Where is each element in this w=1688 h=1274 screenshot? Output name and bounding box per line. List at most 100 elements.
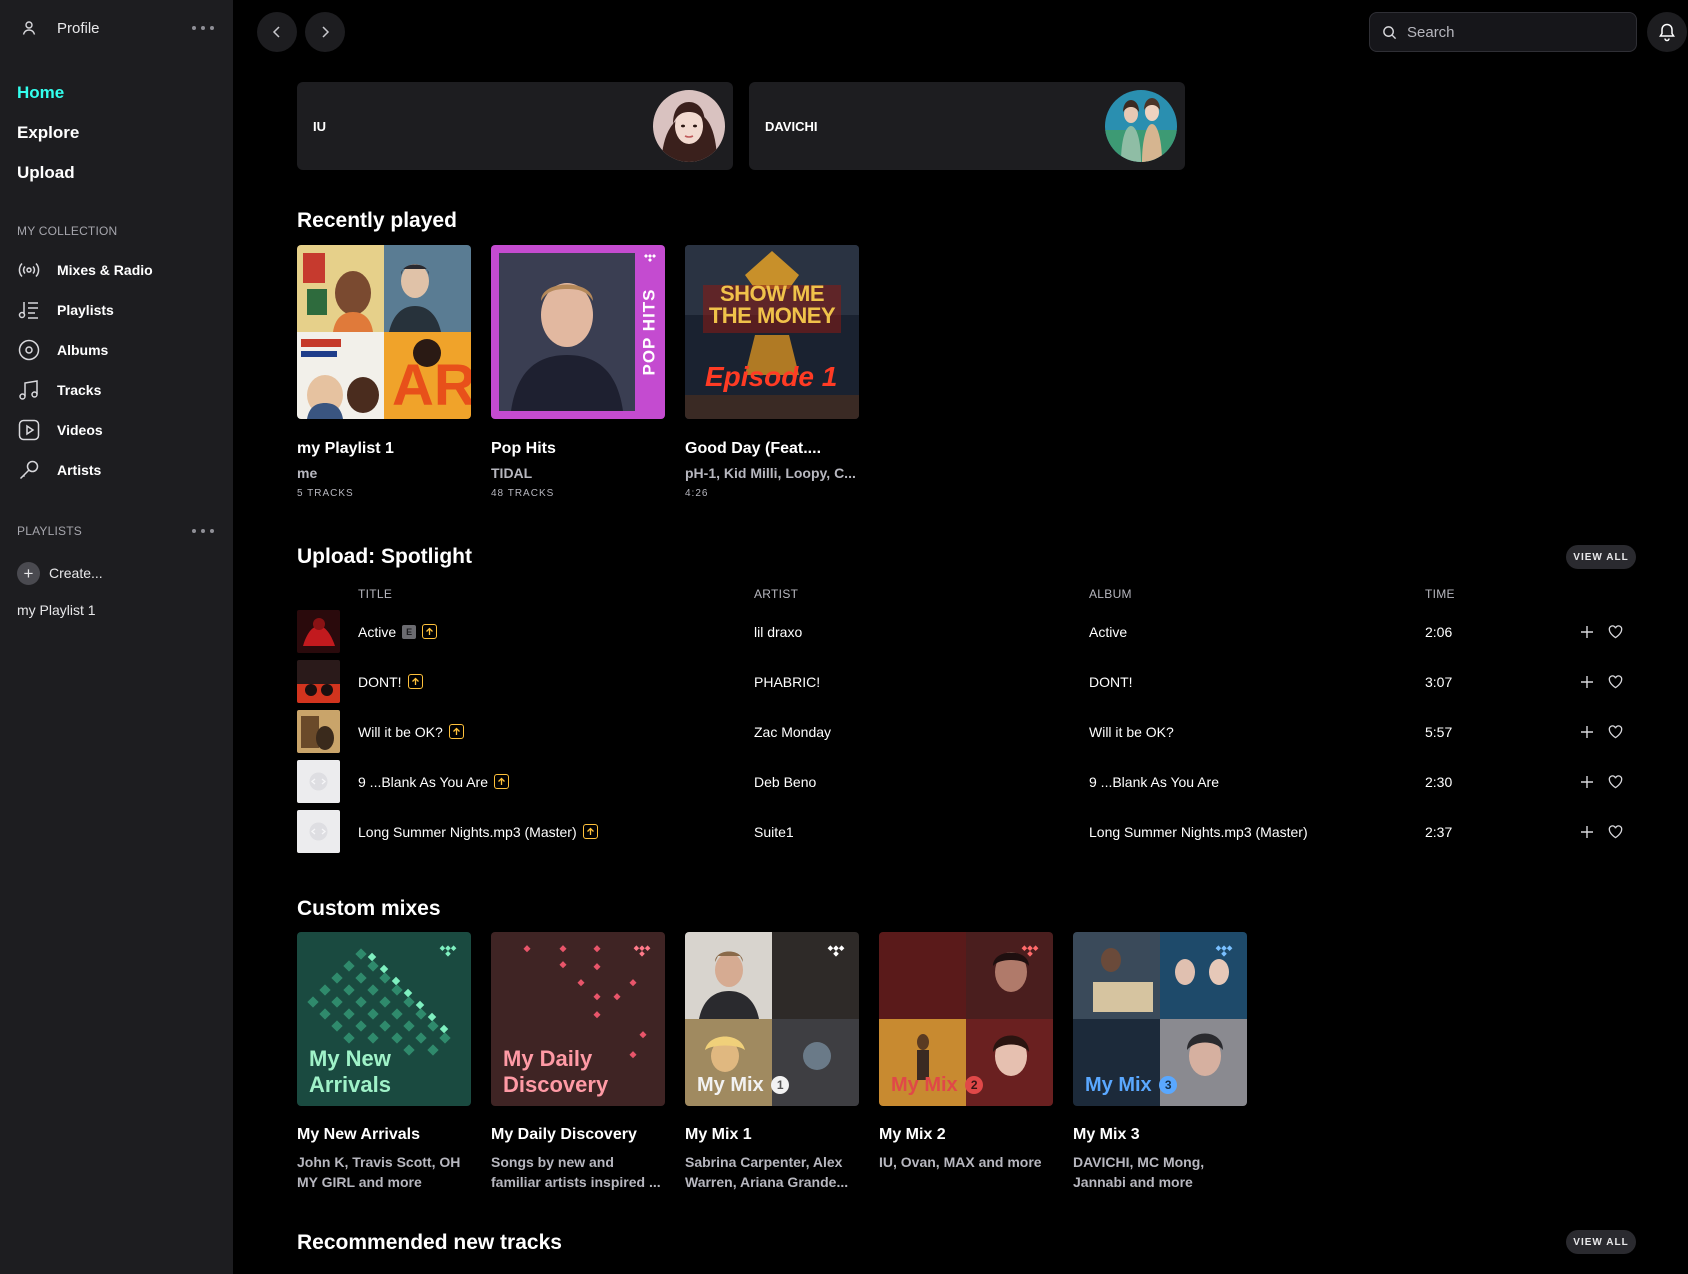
table-row[interactable]: Will it be OK? Zac Monday Will it be OK?… — [297, 710, 1637, 754]
recent-card-pop-hits[interactable]: POP HITS Pop Hits TIDAL 48 TRACKS — [491, 245, 665, 499]
pop-hits-cover: POP HITS — [491, 245, 665, 419]
sidebar-item-mixes-radio[interactable]: Mixes & Radio — [17, 257, 153, 283]
artist-card-iu[interactable]: IU — [297, 82, 733, 170]
profile-button[interactable]: Profile — [17, 14, 217, 42]
mix-card-my-mix-3[interactable]: My Mix 3 My Mix 3 DAVICHI, MC Mong, Jann… — [1073, 932, 1247, 1192]
search-box[interactable] — [1369, 12, 1637, 52]
my-mix-3-cover: My Mix 3 — [1073, 932, 1247, 1106]
spotlight-view-all-button[interactable]: VIEW ALL — [1566, 545, 1636, 569]
col-title[interactable]: TITLE — [358, 587, 392, 601]
track-time: 2:37 — [1425, 823, 1453, 840]
track-artist[interactable]: Zac Monday — [754, 710, 831, 753]
recent-card-good-day[interactable]: SHOW ME THE MONEY Episode 1 Good Day (Fe… — [685, 245, 859, 499]
track-album[interactable]: 9 ...Blank As You Are — [1089, 760, 1219, 803]
notifications-button[interactable] — [1647, 12, 1687, 52]
tidal-logo-icon — [439, 945, 457, 957]
recent-card-my-playlist-1[interactable]: ART my Playlist 1 me 5 TRACKS — [297, 245, 471, 499]
card-subtitle: Sabrina Carpenter, Alex Warren, Ariana G… — [685, 1154, 849, 1190]
search-input[interactable] — [1407, 23, 1627, 41]
track-artwork — [297, 710, 340, 753]
upload-badge-icon — [422, 624, 438, 639]
track-artist[interactable]: lil draxo — [754, 610, 802, 653]
nav-home[interactable]: Home — [17, 83, 64, 103]
table-row[interactable]: Active E lil draxo Active 2:06 — [297, 610, 1637, 654]
heart-icon[interactable] — [1604, 821, 1626, 843]
sidebar-item-tracks[interactable]: Tracks — [17, 377, 101, 403]
track-artwork-placeholder — [297, 760, 340, 803]
forward-button[interactable] — [305, 12, 345, 52]
track-title[interactable]: Long Summer Nights.mp3 (Master) — [358, 824, 577, 840]
track-album[interactable]: Long Summer Nights.mp3 (Master) — [1089, 810, 1308, 853]
nav-upload[interactable]: Upload — [17, 163, 75, 183]
upload-badge-icon — [407, 674, 423, 689]
upload-badge-icon — [582, 824, 598, 839]
heart-icon[interactable] — [1604, 671, 1626, 693]
track-title[interactable]: 9 ...Blank As You Are — [358, 774, 488, 790]
mix-card-my-mix-2[interactable]: My Mix 2 My Mix 2 IU, Ovan, MAX and more — [879, 932, 1053, 1192]
sidebar-item-artists[interactable]: Artists — [17, 457, 101, 483]
track-time: 3:07 — [1425, 673, 1453, 690]
create-playlist-button[interactable]: + Create... — [17, 561, 103, 585]
sidebar-item-videos[interactable]: Videos — [17, 417, 103, 443]
track-album[interactable]: DONT! — [1089, 660, 1133, 703]
col-time[interactable]: TIME — [1425, 587, 1455, 601]
card-title: Good Day (Feat.... — [685, 440, 822, 457]
heart-icon[interactable] — [1604, 621, 1626, 643]
col-artist[interactable]: ARTIST — [754, 587, 798, 601]
artist-name: IU — [313, 118, 326, 134]
mix-cover-label: My Mix — [697, 1074, 764, 1096]
table-row[interactable]: Long Summer Nights.mp3 (Master) Suite1 L… — [297, 810, 1637, 854]
card-meta: 48 TRACKS — [491, 488, 555, 499]
track-artist[interactable]: Suite1 — [754, 810, 794, 853]
add-to-playlist-icon[interactable] — [1576, 721, 1598, 743]
playlists-more-icon[interactable] — [192, 526, 214, 536]
back-button[interactable] — [257, 12, 297, 52]
create-label: Create... — [49, 565, 103, 581]
mix-card-daily-discovery[interactable]: My Daily Discovery My Daily Discovery So… — [491, 932, 665, 1192]
table-row[interactable]: DONT! PHABRIC! DONT! 3:07 — [297, 660, 1637, 704]
tidal-logo-icon — [827, 945, 845, 957]
track-artist[interactable]: Deb Beno — [754, 760, 816, 803]
new-arrivals-cover: My New Arrivals — [297, 932, 471, 1106]
sidebar-item-label: Albums — [57, 342, 109, 358]
table-row[interactable]: 9 ...Blank As You Are Deb Beno 9 ...Blan… — [297, 760, 1637, 804]
show-me-the-money-cover: SHOW ME THE MONEY Episode 1 — [685, 245, 859, 419]
card-subtitle: Songs by new and familiar artists inspir… — [491, 1154, 661, 1190]
nav-explore[interactable]: Explore — [17, 123, 79, 143]
upload-spotlight-heading: Upload: Spotlight — [297, 545, 472, 568]
card-title: My Mix 1 — [685, 1126, 752, 1143]
recently-played-heading: Recently played — [297, 209, 457, 232]
add-to-playlist-icon[interactable] — [1576, 621, 1598, 643]
app-window: Profile Home Explore Upload MY COLLECTIO… — [0, 0, 1688, 1274]
microphone-icon — [17, 458, 41, 482]
heart-icon[interactable] — [1604, 771, 1626, 793]
my-collection-heading: MY COLLECTION — [17, 224, 118, 238]
search-icon — [1383, 25, 1397, 39]
tidal-logo-icon — [633, 945, 651, 957]
track-title[interactable]: DONT! — [358, 674, 402, 690]
profile-more-icon[interactable] — [192, 23, 214, 33]
recommended-view-all-button[interactable]: VIEW ALL — [1566, 1230, 1636, 1254]
heart-icon[interactable] — [1604, 721, 1626, 743]
track-album[interactable]: Will it be OK? — [1089, 710, 1174, 753]
track-artwork — [297, 610, 340, 653]
col-album[interactable]: ALBUM — [1089, 587, 1132, 601]
artist-avatar — [653, 90, 725, 162]
artist-card-davichi[interactable]: DAVICHI — [749, 82, 1185, 170]
add-to-playlist-icon[interactable] — [1576, 671, 1598, 693]
mix-card-new-arrivals[interactable]: My New Arrivals My New Arrivals John K, … — [297, 932, 471, 1192]
plus-icon: + — [17, 561, 40, 585]
add-to-playlist-icon[interactable] — [1576, 771, 1598, 793]
track-title[interactable]: Active — [358, 624, 396, 640]
track-time: 5:57 — [1425, 723, 1453, 740]
add-to-playlist-icon[interactable] — [1576, 821, 1598, 843]
playlists-heading: PLAYLISTS — [17, 524, 82, 538]
sidebar-playlist-item[interactable]: my Playlist 1 — [17, 602, 96, 618]
sidebar-item-playlists[interactable]: Playlists — [17, 297, 114, 323]
track-title[interactable]: Will it be OK? — [358, 724, 443, 740]
track-artist[interactable]: PHABRIC! — [754, 660, 820, 703]
track-album[interactable]: Active — [1089, 610, 1127, 653]
mix-cover-label: My Mix — [1085, 1074, 1152, 1096]
mix-card-my-mix-1[interactable]: My Mix 1 My Mix 1 Sabrina Carpenter, Ale… — [685, 932, 859, 1192]
sidebar-item-albums[interactable]: Albums — [17, 337, 108, 363]
